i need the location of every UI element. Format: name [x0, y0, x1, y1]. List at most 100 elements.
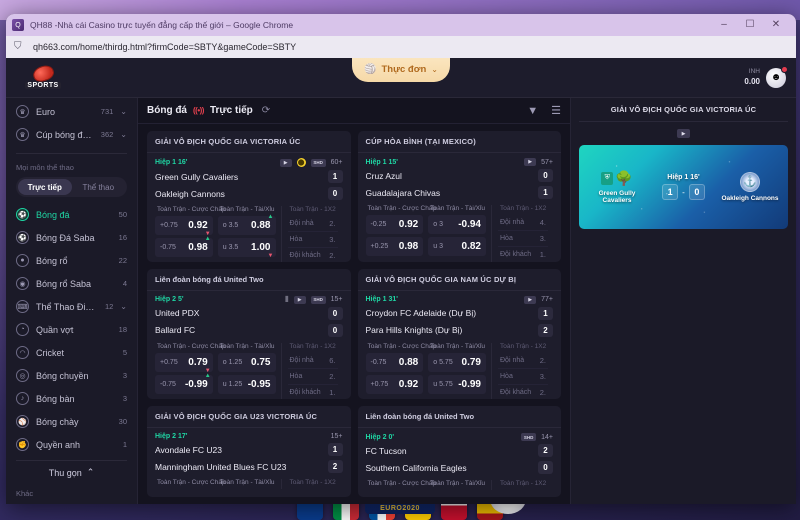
sidebar-item-bóng-rổ[interactable]: ● Bóng rổ 22: [6, 249, 137, 272]
onextwo-row-2[interactable]: Đội khách 1.: [498, 247, 548, 262]
list-view-icon[interactable]: ☰: [551, 104, 561, 117]
brand-logo[interactable]: SPORTS: [16, 63, 70, 89]
odds-handicap-label: +0.75: [370, 380, 389, 388]
match-card[interactable]: Liên đoàn bóng đá United Two Hiệp 2 5' ⦀ ▶ S…: [147, 268, 351, 400]
filter-icon[interactable]: ▼: [527, 105, 538, 117]
onextwo-row-1[interactable]: Hòa 3.: [498, 231, 548, 247]
balance-area[interactable]: INH 0.00 ☻: [744, 65, 788, 88]
odds-area: Toàn Trận - Cược Chấp -0.25 0.92 +0.25 0.98 T…: [358, 201, 562, 262]
sidebar-item-count: 12: [104, 302, 114, 311]
tv-icon[interactable]: ▶: [279, 158, 292, 167]
match-meta: Hiệp 2 5' ⦀ ▶ SHD 15+: [147, 291, 351, 305]
sidebar-item-thể-thao-điện-tử[interactable]: ⌨ Thể Thao Điện Tử 12 ⌄: [6, 295, 137, 318]
handicap-cell-0[interactable]: +0.75 0.79 ▼: [155, 352, 213, 374]
handicap-cell-0[interactable]: -0.25 0.92: [365, 215, 424, 234]
onextwo-row-1[interactable]: Hòa 3.: [498, 369, 548, 385]
sidebar-collapse-button[interactable]: Thu gọn ⌃: [16, 460, 127, 484]
league-name[interactable]: GIẢI VÔ ĐỊCH QUỐC GIA VICTORIA ÚC: [147, 131, 351, 153]
overunder-cell-1[interactable]: u 5.75 -0.99: [428, 374, 486, 394]
sidebar-item-bóng-rổ-saba[interactable]: ◉ Bóng rổ Saba 4: [6, 272, 137, 295]
odds-column-overunder: Toàn Trận - Tài/Xỉu o 5.75 0.79 u 5.75 -0.99: [428, 343, 491, 400]
browser-address-bar[interactable]: ⛉ qh663.com/home/thirdg.html?firmCode=SB…: [6, 36, 796, 58]
odds-handicap-label: u 3: [433, 243, 443, 250]
sidebar-item-bóng-chuyền[interactable]: ◎ Bóng chuyền 3: [6, 364, 137, 387]
play-video-icon[interactable]: ▶: [677, 129, 690, 138]
odds-column-handicap: Toàn Trận - Cược Chấp +0.75 0.92 ▼ -0.75 0.98…: [155, 206, 226, 262]
sidebar-item-bóng-đá-saba[interactable]: ⚽ Bóng Đá Saba 16: [6, 226, 137, 249]
onextwo-row-2[interactable]: Đội khách 1.: [288, 385, 338, 400]
overunder-cell-0[interactable]: o 5.75 0.79: [428, 352, 486, 372]
league-name[interactable]: CÚP HÒA BÌNH (TẠI MEXICO): [357, 131, 561, 153]
sidebar-item-count: 50: [118, 210, 127, 219]
overunder-cell-0[interactable]: o 3 -0.94: [428, 215, 486, 234]
tv-icon[interactable]: ▶: [524, 295, 537, 304]
sidebar-segmented-control[interactable]: Trực tiếp Thể thao: [16, 177, 127, 197]
handicap-cell-1[interactable]: -0.75 -0.99 ▲: [155, 373, 213, 394]
onextwo-row-0[interactable]: Đội nhà 2.: [287, 216, 338, 232]
onextwo-row-0[interactable]: Đội nhà 6.: [287, 353, 338, 369]
league-name[interactable]: Liên đoàn bóng đá United Two: [357, 406, 561, 428]
chevron-down-icon[interactable]: ⌄: [120, 107, 127, 116]
match-meta: Hiệp 1 16' ▶ ⬤ SHD 60+: [147, 153, 351, 168]
onextwo-row-2[interactable]: Đội khách 2.: [498, 385, 548, 400]
handicap-cell-0[interactable]: -0.75 0.88: [365, 352, 424, 372]
handicap-cell-0[interactable]: +0.75 0.92 ▼: [155, 216, 213, 237]
sidebar-item-label: Thể Thao Điện Tử: [36, 301, 98, 312]
page-info-icon[interactable]: ⛉: [14, 41, 26, 53]
sidebar-item-bóng-chày[interactable]: ⚾ Bóng chày 30: [6, 410, 137, 433]
tv-icon[interactable]: ▶: [524, 158, 537, 166]
menu-button[interactable]: 🏐 Thực đơn ⌄: [352, 58, 450, 82]
odds-header-overunder: Toàn Trận - Tài/Xỉu: [430, 480, 486, 487]
minimize-button[interactable]: –: [718, 20, 730, 30]
league-name[interactable]: GIẢI VÔ ĐỊCH QUỐC GIA U23 VICTORIA ÚC: [147, 406, 351, 428]
sidebar-item-quần-vợt[interactable]: ◔ Quần vợt 18: [6, 318, 137, 341]
handicap-cell-1[interactable]: +0.75 0.92: [365, 374, 424, 394]
segment-thể-thao[interactable]: Thể thao: [72, 179, 126, 195]
live-video-card[interactable]: ⛨ 🌳 Green Gully Cavaliers Hiệp 1 16' 1 -…: [579, 145, 788, 229]
onextwo-row-1[interactable]: Hòa 3.: [287, 232, 338, 248]
league-name[interactable]: GIẢI VÔ ĐỊCH QUỐC GIA NAM ÚC DỰ BỊ: [357, 269, 561, 291]
league-name[interactable]: Liên đoàn bóng đá United Two: [147, 269, 351, 291]
match-card[interactable]: GIẢI VÔ ĐỊCH QUỐC GIA NAM ÚC DỰ BỊ Hiệp 1…: [357, 268, 561, 400]
away-team-name: Para Hills Knights (Dự Bị): [365, 325, 463, 335]
overunder-cell-1[interactable]: u 1.25 -0.95: [217, 374, 276, 394]
onextwo-value: 4.: [539, 218, 546, 227]
chevron-down-icon[interactable]: ⌄: [120, 302, 127, 311]
handicap-cell-1[interactable]: +0.25 0.98: [365, 237, 424, 256]
video-home-name: Green Gully Cavaliers: [598, 189, 636, 204]
overunder-cell-1[interactable]: u 3 0.82: [428, 237, 486, 256]
overunder-cell-1[interactable]: u 3.5 1.00 ▼: [217, 238, 276, 259]
onextwo-row-0[interactable]: Đội nhà 4.: [498, 215, 548, 231]
match-card[interactable]: GIẢI VÔ ĐỊCH QUỐC GIA U23 VICTORIA ÚC Hiệ…: [147, 406, 351, 497]
sidebar-league-0[interactable]: ♛ Euro 731 ⌄: [6, 100, 137, 123]
odds-column-overunder: Toàn Trận - Tài/Xỉu o 1.25 0.75 u 1.25 -0.95: [217, 343, 281, 400]
match-card[interactable]: GIẢI VÔ ĐỊCH QUỐC GIA VICTORIA ÚC Hiệp 1 …: [147, 131, 351, 262]
chevron-down-icon[interactable]: ⌄: [120, 130, 127, 139]
sidebar-league-1[interactable]: ♛ Cúp bóng đá Na... 362 ⌄: [6, 123, 137, 146]
maximize-button[interactable]: ☐: [744, 20, 756, 30]
live-signal-icon: ((•)): [193, 106, 204, 115]
sidebar-item-bóng-đá[interactable]: ⚽ Bóng đá 50: [6, 203, 137, 226]
close-button[interactable]: ✕: [770, 20, 782, 30]
sidebar-item-bóng-bàn[interactable]: ♪ Bóng bàn 3: [6, 387, 137, 410]
handicap-cell-1[interactable]: -0.75 0.98 ▲: [155, 236, 213, 257]
tennis-icon: ◔: [16, 323, 29, 336]
match-card[interactable]: CÚP HÒA BÌNH (TẠI MEXICO) Hiệp 1 15' ▶ 57+ C…: [357, 131, 562, 262]
user-avatar-icon[interactable]: ☻: [766, 65, 788, 88]
stats-icon[interactable]: ⦀: [285, 295, 289, 304]
sidebar-league-label: Euro: [36, 106, 56, 117]
refresh-icon[interactable]: ⟳: [262, 105, 270, 116]
segment-trực-tiếp[interactable]: Trực tiếp: [18, 179, 72, 195]
address-input[interactable]: qh663.com/home/thirdg.html?firmCode=SBTY…: [33, 42, 296, 52]
video-period: Hiệp 1 16': [667, 174, 700, 181]
tv-icon[interactable]: ▶: [293, 295, 306, 304]
app-header: SPORTS 🏐 Thực đơn ⌄ INH 0.00 ☻: [6, 58, 796, 98]
overunder-cell-0[interactable]: o 1.25 0.75: [217, 352, 276, 372]
onextwo-row-0[interactable]: Đội nhà 2.: [498, 353, 548, 369]
match-card[interactable]: Liên đoàn bóng đá United Two Hiệp 2 0' SHD…: [357, 406, 561, 497]
onextwo-row-1[interactable]: Hòa 2.: [287, 369, 338, 385]
overunder-cell-0[interactable]: o 3.5 0.88 ▲: [217, 214, 276, 235]
sidebar-item-quyền-anh[interactable]: ✊ Quyền anh 1: [6, 433, 137, 456]
onextwo-row-2[interactable]: Đội khách 2.: [288, 248, 338, 262]
sidebar-item-cricket[interactable]: ◠ Cricket 5: [6, 341, 137, 364]
